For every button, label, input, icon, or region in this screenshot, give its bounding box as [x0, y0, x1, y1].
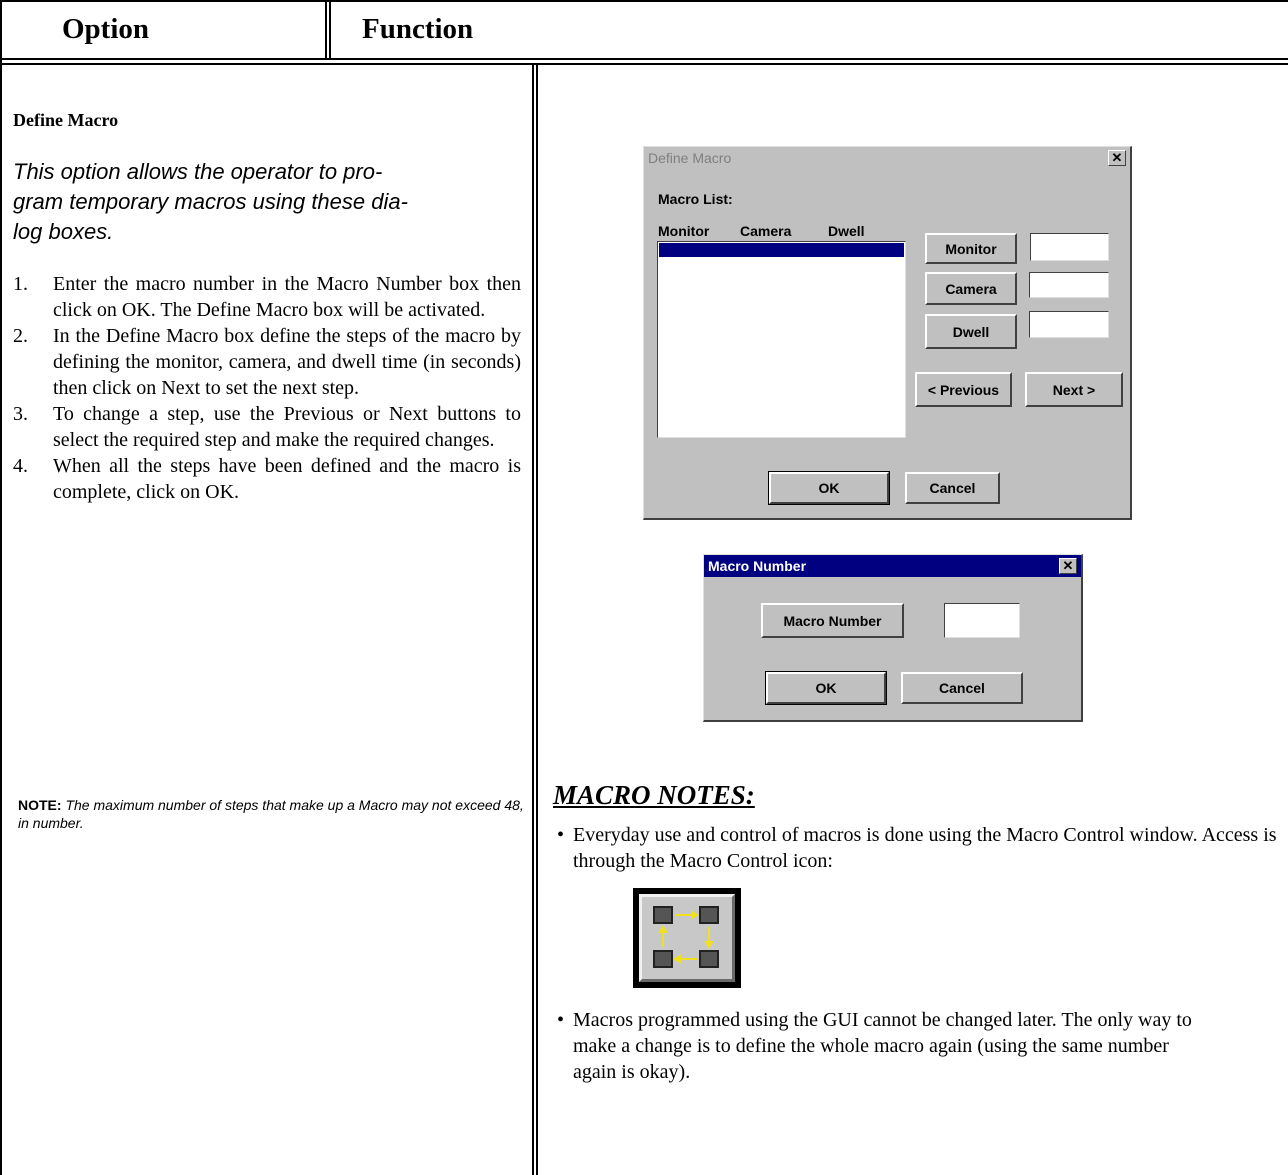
define-macro-dialog: Define Macro ✕ Macro List: Monitor Camer…: [643, 146, 1132, 520]
list-item: • Everyday use and control of macros is …: [557, 824, 1277, 872]
selected-row[interactable]: [659, 243, 904, 257]
dwell-field[interactable]: [1029, 311, 1109, 338]
macro-number-field[interactable]: [944, 603, 1020, 638]
list-item: 3. To change a step, use the Previous or …: [13, 403, 521, 451]
macro-list[interactable]: [657, 241, 906, 438]
dwell-button[interactable]: Dwell: [925, 314, 1017, 349]
dialog-title: Define Macro: [648, 150, 732, 166]
ok-button[interactable]: OK: [765, 671, 887, 705]
macro-number-dialog: Macro Number ✕ Macro Number OK Cancel: [703, 554, 1083, 722]
header-function: Function: [362, 12, 474, 45]
note-label: NOTE:: [18, 797, 62, 813]
note-text: The maximum number of steps that make up…: [18, 797, 524, 831]
macro-list-label: Macro List:: [658, 191, 733, 207]
macro-arrows-icon: [653, 906, 719, 968]
ok-button[interactable]: OK: [768, 471, 890, 505]
macro-control-icon[interactable]: [633, 888, 741, 988]
camera-field[interactable]: [1029, 272, 1109, 298]
close-icon[interactable]: ✕: [1059, 558, 1077, 574]
column-dwell: Dwell: [828, 223, 865, 239]
section-title: Define Macro: [13, 110, 119, 130]
steps-list: 1. Enter the macro number in the Macro Nu…: [13, 271, 521, 505]
cancel-button[interactable]: Cancel: [905, 472, 1000, 504]
column-monitor: Monitor: [658, 223, 710, 239]
camera-button[interactable]: Camera: [925, 272, 1017, 305]
dialog-titlebar: Define Macro ✕: [644, 147, 1130, 169]
previous-button[interactable]: < Previous: [915, 372, 1012, 407]
option-description: Define Macro This option allows the oper…: [13, 110, 521, 505]
notes-title: MACRO NOTES:: [553, 780, 755, 810]
dialog-titlebar: Macro Number ✕: [704, 555, 1081, 577]
list-item: 4. When all the steps have been defined a…: [13, 455, 521, 503]
monitor-button[interactable]: Monitor: [925, 233, 1017, 264]
list-item: 2. In the Define Macro box define the ste…: [13, 325, 521, 399]
header-option: Option: [62, 12, 150, 45]
macro-number-button[interactable]: Macro Number: [761, 603, 904, 638]
list-item: • Macros programmed using the GUI cannot…: [557, 1009, 1192, 1083]
cancel-button[interactable]: Cancel: [901, 672, 1023, 704]
close-icon[interactable]: ✕: [1108, 150, 1126, 166]
intro-text: This option allows the operator to pro- …: [13, 159, 408, 244]
column-camera: Camera: [740, 223, 792, 239]
note: NOTE: The maximum number of steps that m…: [18, 796, 528, 832]
next-button[interactable]: Next >: [1025, 372, 1123, 407]
monitor-field[interactable]: [1030, 233, 1109, 261]
dialog-title: Macro Number: [708, 558, 807, 574]
list-item: 1. Enter the macro number in the Macro Nu…: [13, 273, 521, 321]
